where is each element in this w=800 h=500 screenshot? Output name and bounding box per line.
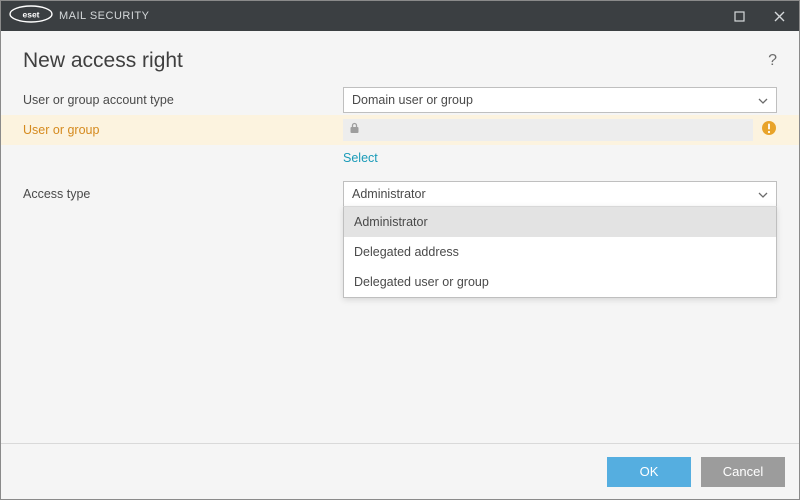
app-name-label: MAIL SECURITY	[59, 10, 149, 22]
brand: eset MAIL SECURITY	[9, 5, 149, 28]
lock-icon	[349, 121, 360, 139]
account-type-value: Domain user or group	[352, 93, 473, 107]
access-type-select[interactable]: Administrator	[343, 181, 777, 207]
spacer	[23, 151, 343, 165]
account-type-select[interactable]: Domain user or group	[343, 87, 777, 113]
chevron-down-icon	[758, 93, 768, 107]
access-type-row: Access type Administrator Administrator …	[1, 179, 799, 209]
user-group-field	[343, 119, 753, 141]
dialog-window: eset MAIL SECURITY New access right ? Us…	[0, 0, 800, 500]
chevron-down-icon	[758, 187, 768, 201]
svg-text:eset: eset	[22, 9, 39, 19]
help-icon[interactable]: ?	[768, 52, 777, 70]
account-type-label: User or group account type	[23, 93, 343, 107]
form: User or group account type Domain user o…	[1, 85, 799, 209]
header-row: New access right ?	[1, 49, 799, 85]
access-type-label: Access type	[23, 187, 343, 201]
user-group-row: User or group	[1, 115, 799, 145]
user-group-label: User or group	[23, 123, 343, 137]
page-title: New access right	[23, 49, 183, 73]
dropdown-option-administrator[interactable]: Administrator	[344, 207, 776, 237]
dropdown-option-delegated-address[interactable]: Delegated address	[344, 237, 776, 267]
close-button[interactable]	[759, 1, 799, 31]
eset-logo-icon: eset	[9, 5, 53, 28]
content-area: New access right ? User or group account…	[1, 31, 799, 443]
select-link-row: Select	[1, 145, 799, 179]
dropdown-option-delegated-user-group[interactable]: Delegated user or group	[344, 267, 776, 297]
window-buttons	[719, 1, 799, 31]
footer: OK Cancel	[1, 443, 799, 499]
account-type-row: User or group account type Domain user o…	[1, 85, 799, 115]
access-type-dropdown: Administrator Delegated address Delegate…	[343, 206, 777, 298]
maximize-button[interactable]	[719, 1, 759, 31]
warning-icon	[761, 120, 777, 141]
select-link[interactable]: Select	[343, 151, 378, 165]
ok-button[interactable]: OK	[607, 457, 691, 487]
access-type-value: Administrator	[352, 187, 426, 201]
cancel-button[interactable]: Cancel	[701, 457, 785, 487]
titlebar: eset MAIL SECURITY	[1, 1, 799, 31]
